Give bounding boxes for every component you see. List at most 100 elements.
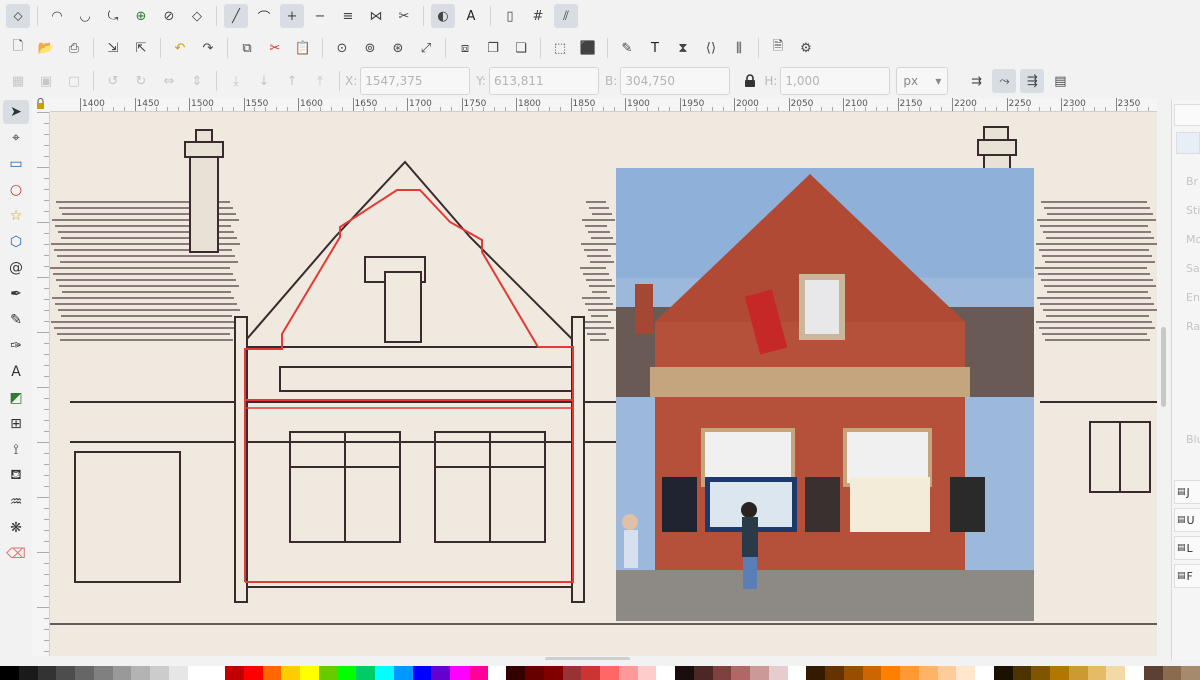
ellipse-tool-icon[interactable]: ○ <box>3 178 29 202</box>
lock-ratio-icon[interactable] <box>738 69 762 93</box>
node-delete-icon[interactable]: − <box>308 4 332 28</box>
node-break-icon[interactable]: ⊘ <box>157 4 181 28</box>
canvas[interactable] <box>50 112 1157 656</box>
color-swatch[interactable] <box>1162 666 1182 680</box>
dock-tab[interactable]: ▤ F <box>1174 564 1200 588</box>
lower-icon[interactable]: ↓ <box>252 69 276 93</box>
undo-icon[interactable]: ↶ <box>168 36 192 60</box>
node-tool-icon[interactable]: ⌖ <box>3 126 29 150</box>
color-swatch[interactable] <box>206 666 225 680</box>
color-swatch[interactable] <box>337 666 357 680</box>
color-swatch[interactable] <box>262 666 282 680</box>
color-swatch[interactable] <box>300 666 319 680</box>
color-swatch[interactable] <box>1125 666 1144 680</box>
fill-stroke-icon[interactable]: ✎ <box>615 36 639 60</box>
dock-tab[interactable]: ▤ L <box>1174 536 1200 560</box>
copy-icon[interactable]: ⧉ <box>235 36 259 60</box>
export-icon[interactable]: ⇱ <box>129 36 153 60</box>
dock-top-tab[interactable] <box>1174 104 1200 126</box>
raise-to-top-icon[interactable]: ⤒ <box>308 69 332 93</box>
ungroup-icon[interactable]: ⬛ <box>576 36 600 60</box>
color-swatch[interactable] <box>1106 666 1125 680</box>
height-input[interactable] <box>780 67 891 95</box>
rotate-cw-icon[interactable]: ↻ <box>129 69 153 93</box>
color-swatch[interactable] <box>393 666 413 680</box>
select-all-layers-icon[interactable]: ▣ <box>34 69 58 93</box>
spiral-tool-icon[interactable]: @ <box>3 256 29 280</box>
color-swatch[interactable] <box>581 666 600 680</box>
flip-horizontal-icon[interactable]: ⇔ <box>157 69 181 93</box>
move-gradients-icon[interactable]: ⇶ <box>1020 69 1045 93</box>
color-swatch[interactable] <box>993 666 1013 680</box>
color-swatch[interactable] <box>562 666 582 680</box>
show-handles-icon[interactable]: ⋈ <box>364 4 388 28</box>
color-swatch[interactable] <box>450 666 469 680</box>
color-swatch[interactable] <box>150 666 169 680</box>
color-swatch[interactable] <box>187 666 207 680</box>
color-swatch[interactable] <box>0 666 19 680</box>
y-input[interactable] <box>489 67 600 95</box>
paint-bucket-tool-icon[interactable]: ⛾ <box>3 464 29 488</box>
tweak-tool-icon[interactable]: ♒ <box>3 490 29 514</box>
clip-path-icon[interactable]: ✂ <box>392 4 416 28</box>
color-swatch[interactable] <box>1143 666 1163 680</box>
color-swatch[interactable] <box>543 666 563 680</box>
raise-icon[interactable]: ↑ <box>280 69 304 93</box>
color-swatch[interactable] <box>1181 666 1200 680</box>
text-font-icon[interactable]: T <box>643 36 667 60</box>
cut-icon[interactable]: ✂ <box>263 36 287 60</box>
rotate-ccw-icon[interactable]: ↺ <box>101 69 125 93</box>
gradient-tool-icon[interactable]: ◩ <box>3 386 29 410</box>
color-swatch[interactable] <box>600 666 619 680</box>
zoom-selection-icon[interactable]: ⊙ <box>330 36 354 60</box>
color-swatch[interactable] <box>93 666 113 680</box>
pencil-tool-icon[interactable]: ✎ <box>3 308 29 332</box>
spray-tool-icon[interactable]: ❋ <box>3 516 29 540</box>
node-cusp-icon[interactable]: ⬦ <box>6 4 30 28</box>
drawing[interactable] <box>50 112 1157 656</box>
color-swatch[interactable] <box>37 666 57 680</box>
color-swatch[interactable] <box>375 666 394 680</box>
color-swatch[interactable] <box>431 666 450 680</box>
color-swatch[interactable] <box>506 666 525 680</box>
color-swatch[interactable] <box>1068 666 1088 680</box>
color-swatch[interactable] <box>356 666 375 680</box>
mesh-tool-icon[interactable]: ⊞ <box>3 412 29 436</box>
xml-editor-icon[interactable]: ⟨⟩ <box>699 36 723 60</box>
node-align-icon[interactable]: ≡ <box>336 4 360 28</box>
color-swatch[interactable] <box>243 666 263 680</box>
color-swatch[interactable] <box>318 666 338 680</box>
align-distribute-icon[interactable]: ⫼ <box>727 36 751 60</box>
selector-tool-icon[interactable]: ➤ <box>3 100 29 124</box>
lower-to-bottom-icon[interactable]: ⤓ <box>224 69 248 93</box>
segment-line-icon[interactable]: ╱ <box>224 4 248 28</box>
color-swatch[interactable] <box>975 666 994 680</box>
new-doc-icon[interactable]: 🗋 <box>6 36 30 60</box>
group-icon[interactable]: ⬚ <box>548 36 572 60</box>
color-swatch[interactable] <box>675 666 694 680</box>
color-swatch[interactable] <box>281 666 300 680</box>
scale-radii-icon[interactable]: ⤳ <box>992 69 1017 93</box>
text-icon[interactable]: A <box>459 4 483 28</box>
color-swatch[interactable] <box>900 666 919 680</box>
pen-tool-icon[interactable]: ✒ <box>3 282 29 306</box>
segment-curve-icon[interactable]: ⌒ <box>252 4 276 28</box>
color-swatch[interactable] <box>168 666 188 680</box>
x-input[interactable] <box>360 67 471 95</box>
color-swatch[interactable] <box>693 666 713 680</box>
dock-blue-button[interactable] <box>1176 132 1200 154</box>
color-swatch[interactable] <box>468 666 488 680</box>
clone-icon[interactable]: ❐ <box>481 36 505 60</box>
station-photo[interactable] <box>616 168 1034 621</box>
preferences-icon[interactable]: ⚙ <box>794 36 818 60</box>
color-swatch[interactable] <box>225 666 244 680</box>
color-swatch[interactable] <box>1050 666 1069 680</box>
print-icon[interactable]: ⎙ <box>62 36 86 60</box>
color-swatch[interactable] <box>956 666 975 680</box>
calligraphy-tool-icon[interactable]: ✑ <box>3 334 29 358</box>
eraser-tool-icon[interactable]: ⌫ <box>3 542 29 566</box>
color-swatch[interactable] <box>56 666 75 680</box>
color-swatch[interactable] <box>750 666 769 680</box>
node-symmetric-icon[interactable]: ◡ <box>73 4 97 28</box>
page-icon[interactable]: ▯ <box>498 4 522 28</box>
